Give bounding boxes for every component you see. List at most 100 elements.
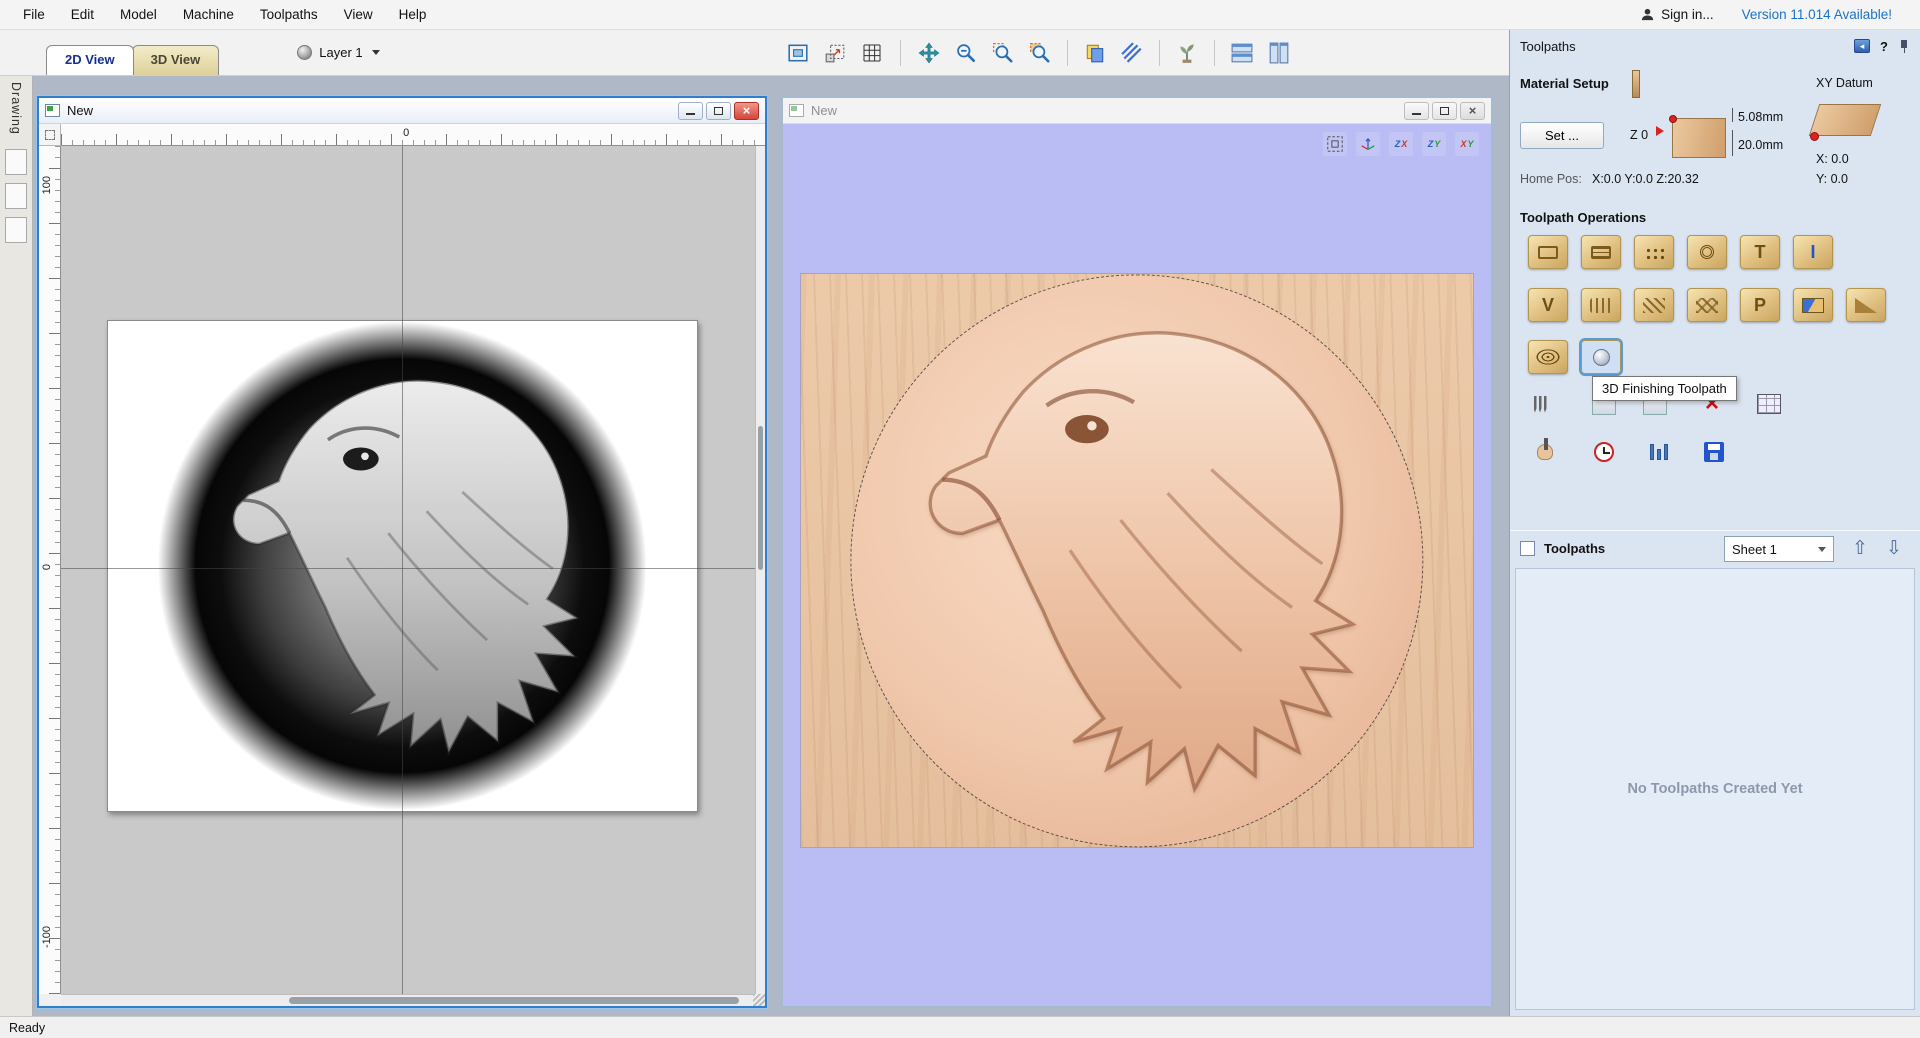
- tab-3d-view[interactable]: 3D View: [132, 45, 220, 75]
- layer-selector[interactable]: Layer 1: [297, 45, 379, 60]
- inlay-toolpath-icon[interactable]: I: [1793, 235, 1833, 269]
- drill-bank-icon[interactable]: [1523, 389, 1557, 419]
- preview-toolpaths-icon[interactable]: [1528, 437, 1562, 467]
- menu-model[interactable]: Model: [107, 0, 170, 30]
- window-2d-titlebar[interactable]: New ×: [39, 98, 765, 124]
- move-toolpath-up-button[interactable]: ⇧: [1846, 534, 1874, 562]
- sign-in-button[interactable]: Sign in...: [1640, 7, 1714, 22]
- ruler-origin-icon: [45, 130, 55, 140]
- resize-grip[interactable]: [753, 994, 765, 1006]
- view-orientation-toolbar: ZX ZY XY: [1323, 132, 1479, 156]
- layer-icon: [297, 45, 312, 60]
- moulding-toolpath-icon[interactable]: [1793, 288, 1833, 322]
- zoom-interactive-icon[interactable]: [952, 39, 980, 67]
- menu-help[interactable]: Help: [386, 0, 440, 30]
- view-along-z-icon[interactable]: ZX: [1389, 132, 1413, 156]
- canvas-2d[interactable]: [61, 146, 765, 994]
- chamfer-toolpath-icon[interactable]: [1846, 288, 1886, 322]
- menu-toolpaths[interactable]: Toolpaths: [247, 0, 331, 30]
- drawing-tool-slot[interactable]: [5, 217, 27, 243]
- fluting-toolpath-icon[interactable]: [1581, 288, 1621, 322]
- pocket-toolpath-icon[interactable]: [1581, 235, 1621, 269]
- weave-toolpath-icon[interactable]: [1687, 288, 1727, 322]
- version-link[interactable]: Version 11.014 Available!: [1742, 7, 1892, 22]
- tile-windows-horizontal-icon[interactable]: [1228, 39, 1256, 67]
- view-3d-content[interactable]: ZX ZY XY: [783, 124, 1491, 1006]
- zoom-box-icon[interactable]: [989, 39, 1017, 67]
- 3d-roughing-toolpath-icon[interactable]: [1528, 340, 1568, 374]
- close-button[interactable]: ×: [1460, 102, 1485, 120]
- menu-file[interactable]: File: [10, 0, 58, 30]
- drilling-toolpath-icon[interactable]: [1634, 235, 1674, 269]
- help-icon[interactable]: ?: [1880, 39, 1888, 54]
- estimate-machining-time-icon[interactable]: [1587, 437, 1621, 467]
- window-2d-view: New × 0: [37, 96, 767, 1008]
- tab-2d-view[interactable]: 2D View: [46, 45, 134, 75]
- toolpath-operations-title: Toolpath Operations: [1520, 210, 1646, 225]
- maximize-button[interactable]: [706, 102, 731, 120]
- work-area: Drawing New ×: [0, 76, 1509, 1016]
- texture-toolpath-icon[interactable]: T: [1740, 235, 1780, 269]
- origin-axis-horizontal: [61, 568, 765, 569]
- ruler-label-neg-100: -100: [41, 926, 53, 948]
- toolpath-list[interactable]: No Toolpaths Created Yet: [1515, 568, 1915, 1010]
- application-window: File Edit Model Machine Toolpaths View H…: [0, 0, 1920, 1038]
- chevron-down-icon: [1818, 547, 1826, 552]
- zoom-to-fit-3d-icon[interactable]: [1323, 132, 1347, 156]
- tile-windows-vertical-icon[interactable]: [1265, 39, 1293, 67]
- texturing-toolpath-icon[interactable]: [1634, 288, 1674, 322]
- status-bar: Ready: [0, 1016, 1920, 1038]
- toolpaths-panel-title: Toolpaths: [1520, 39, 1576, 54]
- scrollbar-vertical[interactable]: [755, 146, 765, 994]
- drawing-flyout-tab[interactable]: Drawing: [0, 76, 33, 1016]
- isometric-view-icon[interactable]: [1356, 132, 1380, 156]
- vcarve-toolpath-icon[interactable]: V: [1528, 288, 1568, 322]
- pan-view-icon[interactable]: [915, 39, 943, 67]
- save-toolpaths-icon[interactable]: [1697, 437, 1731, 467]
- view-along-y-icon[interactable]: XY: [1455, 132, 1479, 156]
- toolpath-drawing-toggle-icon[interactable]: [1118, 39, 1146, 67]
- preview-component-icon[interactable]: [1173, 39, 1201, 67]
- window-3d-view: New ×: [781, 96, 1493, 1008]
- material-setup-title: Material Setup: [1520, 76, 1609, 91]
- status-text: Ready: [9, 1021, 45, 1035]
- toolpaths-visibility-checkbox[interactable]: [1520, 541, 1535, 556]
- menu-edit[interactable]: Edit: [58, 0, 107, 30]
- close-button[interactable]: ×: [734, 102, 759, 120]
- prism-carving-toolpath-icon[interactable]: P: [1740, 288, 1780, 322]
- pin-panel-icon[interactable]: [1898, 39, 1910, 54]
- maximize-button[interactable]: [1432, 102, 1457, 120]
- profile-toolpath-icon[interactable]: [1528, 235, 1568, 269]
- window-3d-titlebar[interactable]: New ×: [783, 98, 1491, 124]
- quick-engrave-toolpath-icon[interactable]: [1687, 235, 1727, 269]
- zoom-to-drawing-icon[interactable]: [784, 39, 812, 67]
- merge-toolpaths-icon[interactable]: [1642, 437, 1676, 467]
- menu-view[interactable]: View: [331, 0, 386, 30]
- move-toolpath-down-button[interactable]: ⇩: [1880, 534, 1908, 562]
- 3d-finishing-toolpath-icon[interactable]: [1581, 340, 1621, 374]
- zoom-to-selection-icon[interactable]: [1026, 39, 1054, 67]
- panel-header-icons: ◂ ?: [1854, 39, 1910, 54]
- view-along-x-icon[interactable]: ZY: [1422, 132, 1446, 156]
- sheet-select[interactable]: Sheet 1: [1724, 536, 1834, 562]
- drawing-tool-slot[interactable]: [5, 183, 27, 209]
- toolpath-summary-icon[interactable]: [1752, 389, 1786, 419]
- document-icon: [45, 104, 60, 117]
- carved-disc-3d[interactable]: [850, 274, 1423, 847]
- ruler-corner[interactable]: [39, 124, 61, 146]
- layer-label: Layer 1: [319, 45, 362, 60]
- drawing-tool-slot[interactable]: [5, 149, 27, 175]
- auto-hide-panel-icon[interactable]: ◂: [1854, 39, 1870, 53]
- menu-machine[interactable]: Machine: [170, 0, 247, 30]
- scrollbar-horizontal[interactable]: [61, 994, 753, 1006]
- scrollbar-thumb[interactable]: [758, 426, 763, 570]
- minimize-button[interactable]: [678, 102, 703, 120]
- snap-grid-icon[interactable]: [858, 39, 886, 67]
- set-drawing-scale-icon[interactable]: [821, 39, 849, 67]
- toggle-2d-3d-icon[interactable]: [1081, 39, 1109, 67]
- eagle-component-3d: [885, 308, 1390, 813]
- scrollbar-thumb[interactable]: [289, 997, 739, 1004]
- material-set-button[interactable]: Set ...: [1520, 122, 1604, 149]
- minimize-button[interactable]: [1404, 102, 1429, 120]
- toolbar-separator: [900, 40, 901, 66]
